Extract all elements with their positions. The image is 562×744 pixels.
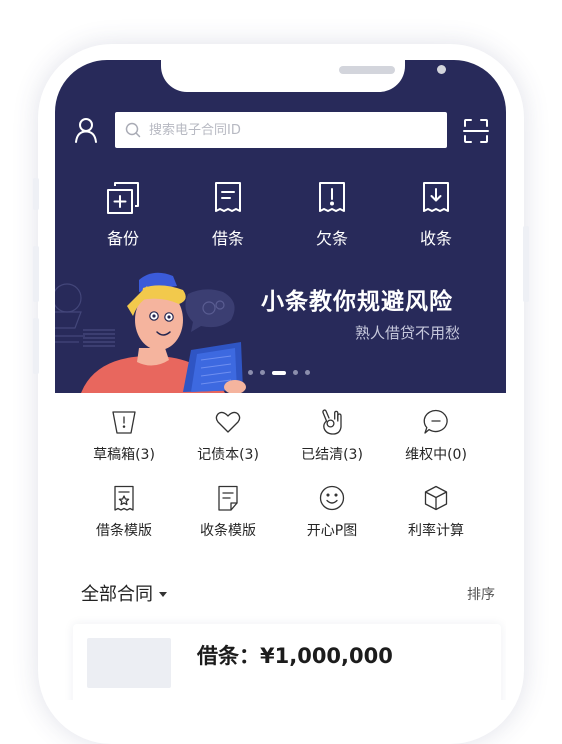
debt-exclamation-icon [319, 182, 345, 212]
pagination-dot[interactable] [248, 370, 253, 375]
phone-side-button [33, 246, 39, 302]
phone-side-button [523, 226, 529, 302]
chevron-down-icon [159, 592, 167, 597]
user-icon [75, 118, 97, 143]
feature-drafts[interactable]: 草稿箱(3) [74, 408, 174, 464]
feature-happy-photo[interactable]: 开心P图 [282, 484, 382, 540]
feature-rate-calculator[interactable]: 利率计算 [386, 484, 486, 540]
contract-thumbnail [87, 638, 171, 688]
banner-subtitle: 熟人借贷不用愁 [355, 324, 461, 342]
feature-receipt-template[interactable]: 收条模版 [178, 484, 278, 540]
feature-iou-template[interactable]: 借条模版 [74, 484, 174, 540]
pagination-dot[interactable] [260, 370, 265, 375]
phone-notch [161, 60, 446, 92]
feature-label: 开心P图 [306, 523, 358, 539]
feature-debt-book[interactable]: 记债本(3) [178, 408, 278, 464]
quick-action-label: 备份 [106, 229, 139, 248]
pagination-dot[interactable] [293, 370, 298, 375]
feature-label: 已结清(3) [301, 447, 363, 463]
quick-action-debt[interactable]: 欠条 [297, 180, 367, 249]
phone-side-button [33, 178, 39, 210]
iou-template-icon [114, 485, 134, 511]
banner-illustration [55, 272, 246, 393]
scan-button[interactable] [463, 118, 489, 144]
feature-label: 记债本(3) [197, 447, 259, 463]
quick-action-label: 欠条 [315, 229, 348, 248]
scan-icon [463, 119, 489, 143]
cube-icon [424, 485, 448, 511]
feature-label: 利率计算 [408, 523, 464, 539]
banner-title: 小条教你规避风险 [261, 289, 453, 315]
contract-card[interactable]: 借条：¥1,000,000 [73, 624, 501, 700]
feature-label: 维权中(0) [405, 447, 467, 463]
quick-action-label: 借条 [211, 229, 244, 248]
app-screen: 备份 借条 欠条 收条 [55, 60, 506, 700]
pagination-dot[interactable] [305, 370, 310, 375]
contract-filter-dropdown[interactable]: 全部合同 [81, 580, 167, 606]
contract-filter-label: 全部合同 [81, 584, 153, 605]
contract-title: 借条：¥1,000,000 [197, 644, 393, 668]
search-bar[interactable] [115, 112, 447, 148]
speaker-grille [339, 66, 395, 74]
feature-label: 借条模版 [96, 523, 152, 539]
quick-action-backup[interactable]: 备份 [88, 180, 158, 249]
receipt-template-icon [218, 485, 238, 511]
heart-icon [215, 411, 241, 433]
pagination-dot-active[interactable] [272, 370, 286, 375]
profile-button[interactable] [73, 116, 99, 144]
quick-action-label: 收条 [419, 229, 452, 248]
front-camera [437, 65, 446, 74]
search-icon [125, 122, 141, 138]
ok-hand-icon [322, 409, 342, 435]
banner-pagination [248, 370, 310, 375]
feature-label: 草稿箱(3) [93, 447, 155, 463]
iou-document-icon [215, 182, 241, 212]
feature-label: 收条模版 [200, 523, 256, 539]
search-input[interactable] [147, 121, 431, 139]
sort-button[interactable]: 排序 [467, 584, 495, 604]
smile-icon [319, 485, 345, 511]
phone-side-button [33, 318, 39, 374]
backup-plus-icon [107, 182, 139, 214]
draft-box-icon [112, 411, 136, 434]
hero-section: 备份 借条 欠条 收条 [55, 60, 506, 393]
feature-settled[interactable]: 已结清(3) [282, 408, 382, 464]
feature-defending[interactable]: 维权中(0) [386, 408, 486, 464]
quick-action-iou[interactable]: 借条 [193, 180, 263, 249]
receipt-download-icon [423, 182, 449, 212]
quick-action-receipt[interactable]: 收条 [401, 180, 471, 249]
chat-bubble-icon [423, 409, 448, 434]
